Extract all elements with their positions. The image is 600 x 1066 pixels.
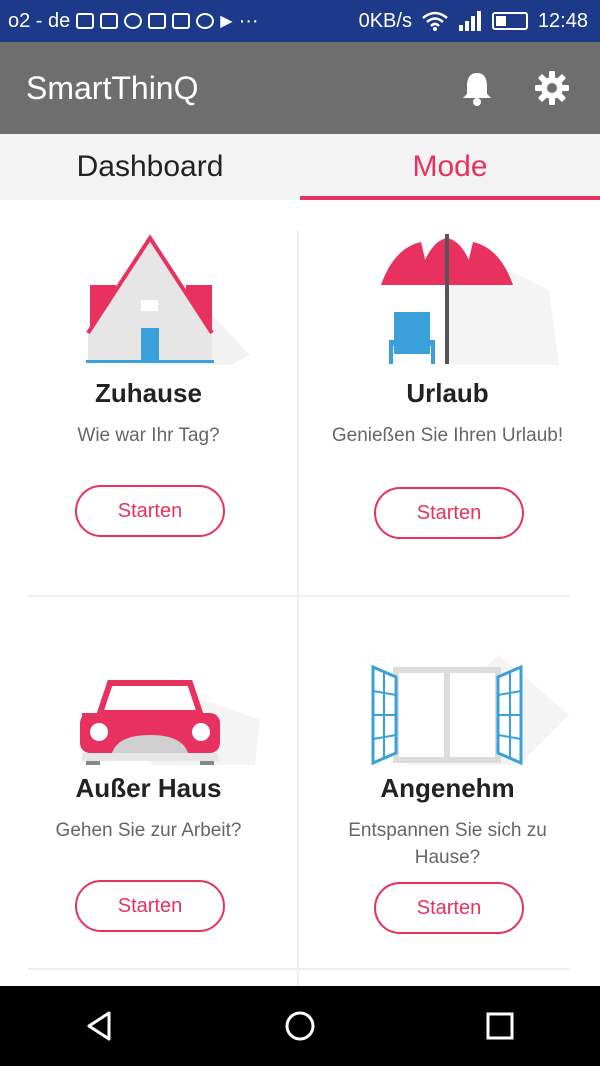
wifi-icon xyxy=(422,11,448,31)
mode-name: Urlaub xyxy=(406,378,489,408)
system-nav-bar xyxy=(0,986,600,1066)
mode-card-angenehm: Angenehm Entspannen Sie sich zu Hause? S… xyxy=(299,595,596,990)
mail-notification-icon xyxy=(100,13,119,29)
youtube-notification-icon-2 xyxy=(172,13,191,29)
tab-mode[interactable]: Mode xyxy=(300,134,600,200)
house-icon xyxy=(86,234,250,365)
home-icon[interactable] xyxy=(283,1009,317,1043)
more-notifications-icon: ··· xyxy=(238,9,259,32)
mode-name: Zuhause xyxy=(95,378,202,408)
gear-icon[interactable] xyxy=(534,70,570,106)
image-notification-icon xyxy=(76,13,95,29)
mode-name: Angenehm xyxy=(380,773,515,803)
mode-description: Genießen Sie Ihren Urlaub! xyxy=(331,425,564,446)
recent-apps-icon[interactable] xyxy=(483,1009,517,1043)
mode-card-urlaub: Urlaub Genießen Sie Ihren Urlaub! Starte… xyxy=(299,200,596,595)
mode-grid: Zuhause Wie war Ihr Tag? Starten Urlaub … xyxy=(0,200,600,986)
battery-icon xyxy=(491,12,528,30)
mode-description: Entspannen Sie sich zu Hause? xyxy=(348,820,547,868)
open-window-icon xyxy=(371,655,569,765)
start-button-ausser-haus[interactable]: Starten xyxy=(75,880,225,932)
carrier-label: o2 - de xyxy=(8,9,71,32)
mode-card-zuhause: Zuhause Wie war Ihr Tag? Starten xyxy=(0,200,297,595)
tab-bar: Dashboard Mode xyxy=(0,134,600,200)
back-icon[interactable] xyxy=(83,1009,117,1043)
app-title: SmartThinQ xyxy=(26,69,199,106)
start-button-urlaub[interactable]: Starten xyxy=(374,487,524,539)
mode-description: Gehen Sie zur Arbeit? xyxy=(55,820,242,841)
mode-description: Wie war Ihr Tag? xyxy=(77,425,220,446)
bell-icon[interactable] xyxy=(460,70,494,106)
status-bar: o2 - de ▶ ··· 0KB/s 12:48 xyxy=(0,0,600,42)
clock: 12:48 xyxy=(537,9,588,32)
car-icon xyxy=(80,680,260,765)
start-button-zuhause[interactable]: Starten xyxy=(75,485,225,537)
smiley-notification-icon xyxy=(196,13,215,29)
app-bar: SmartThinQ xyxy=(0,42,600,134)
mode-card-ausser-haus: Außer Haus Gehen Sie zur Arbeit? Starten xyxy=(0,595,297,990)
signal-icon xyxy=(458,11,481,31)
whatsapp-notification-icon xyxy=(124,13,143,29)
tab-dashboard[interactable]: Dashboard xyxy=(0,134,300,200)
start-button-angenehm[interactable]: Starten xyxy=(374,882,524,934)
youtube-notification-icon xyxy=(148,13,167,29)
net-speed: 0KB/s xyxy=(358,9,412,32)
play-store-notification-icon: ▶ xyxy=(220,13,233,30)
mode-name: Außer Haus xyxy=(75,773,222,803)
beach-umbrella-icon xyxy=(381,234,559,365)
